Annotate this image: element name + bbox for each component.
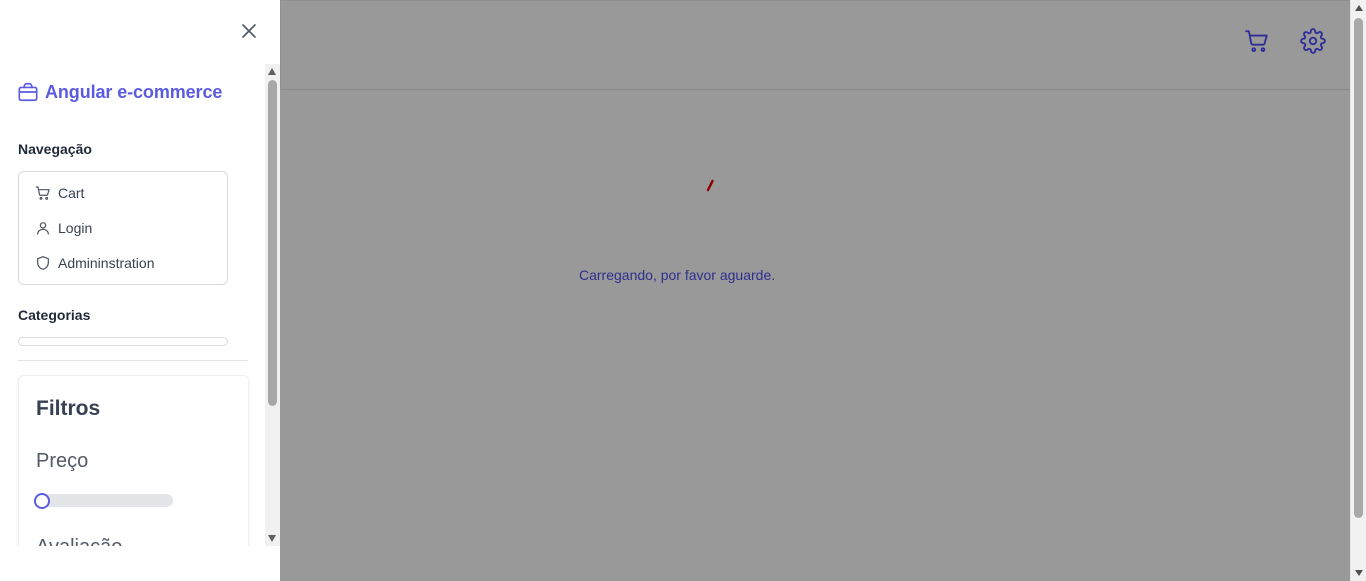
sidebar-scrollbar[interactable] xyxy=(265,64,280,546)
shopping-bag-icon xyxy=(17,81,39,103)
scroll-down-arrow[interactable] xyxy=(268,535,276,542)
scrollbar-thumb[interactable] xyxy=(268,80,277,406)
brand-name: Angular e-commerce xyxy=(45,81,223,102)
price-slider[interactable] xyxy=(34,493,173,509)
shield-icon xyxy=(35,255,51,271)
loading-spinner xyxy=(705,179,715,193)
sidebar-item-label: Login xyxy=(58,220,93,236)
categories-heading: Categorias xyxy=(18,307,91,323)
rating-label: Avaliação xyxy=(36,536,122,546)
scrollbar-thumb[interactable] xyxy=(1354,18,1363,518)
brand-logo-link[interactable]: Angular e-commerce xyxy=(17,81,222,103)
divider xyxy=(18,360,248,361)
categories-list xyxy=(18,337,228,346)
gear-icon[interactable] xyxy=(1300,28,1326,54)
scroll-down-arrow[interactable] xyxy=(1355,570,1363,576)
sidebar-item-login[interactable]: Login xyxy=(35,220,92,236)
user-icon xyxy=(35,220,51,236)
sidebar-item-label: Cart xyxy=(58,185,85,201)
navigation-list: Cart Login Admininstration xyxy=(18,171,228,285)
navigation-heading: Navegação xyxy=(18,141,92,157)
cart-icon xyxy=(35,185,51,201)
price-slider-thumb[interactable] xyxy=(34,493,50,509)
sidebar-item-administration[interactable]: Admininstration xyxy=(35,255,155,271)
price-label: Preço xyxy=(36,450,89,472)
top-header xyxy=(280,0,1350,90)
sidebar-drawer: Angular e-commerce Navegação Cart Login … xyxy=(0,0,280,581)
sidebar-item-cart[interactable]: Cart xyxy=(35,185,84,201)
page-scrollbar[interactable] xyxy=(1350,0,1366,581)
filters-heading: Filtros xyxy=(36,397,101,420)
sidebar-scroll-area: Angular e-commerce Navegação Cart Login … xyxy=(0,64,280,546)
loading-message: Carregando, por favor aguarde. xyxy=(579,267,776,283)
scroll-up-arrow[interactable] xyxy=(268,68,276,75)
scroll-up-arrow[interactable] xyxy=(1355,5,1363,11)
main-content-overlay: Carregando, por favor aguarde. xyxy=(280,0,1350,581)
close-icon[interactable] xyxy=(240,22,258,40)
cart-icon[interactable] xyxy=(1244,28,1270,54)
filters-panel: Filtros Preço Avaliação xyxy=(18,375,249,546)
sidebar-item-label: Admininstration xyxy=(58,255,155,271)
